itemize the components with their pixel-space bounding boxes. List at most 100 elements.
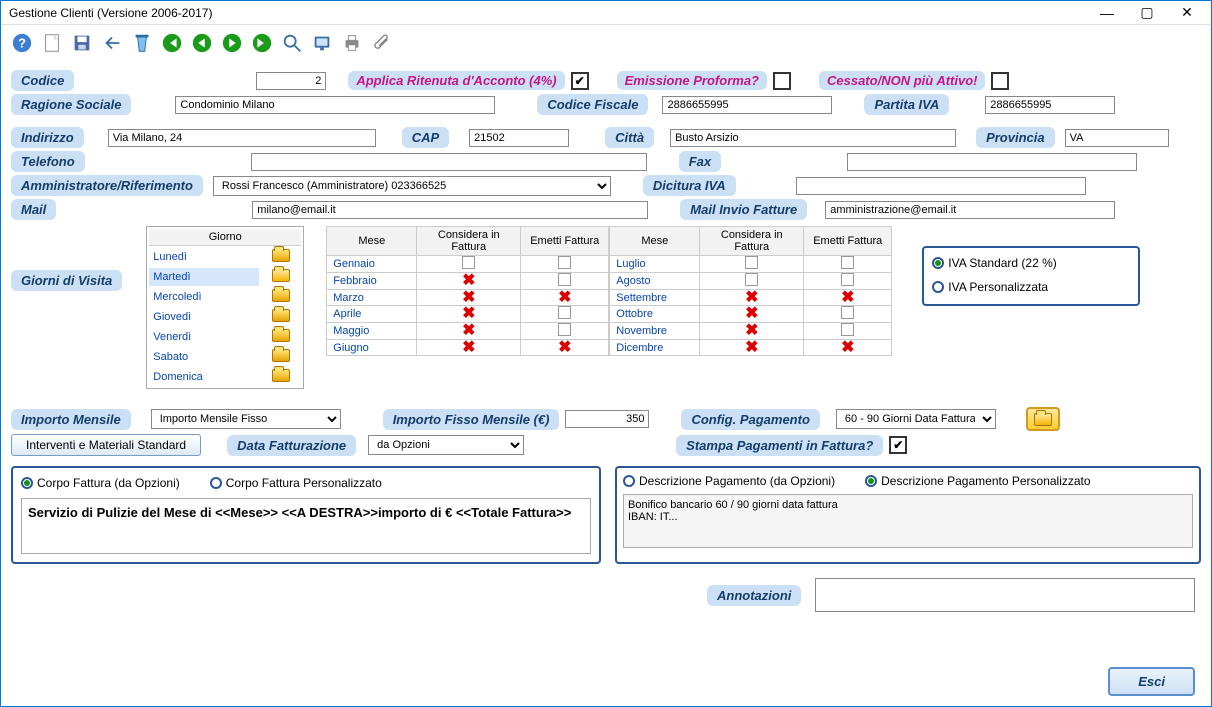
prev-icon[interactable] — [189, 30, 215, 56]
new-icon[interactable] — [39, 30, 65, 56]
telefono-field[interactable] — [251, 153, 647, 171]
help-icon[interactable]: ? — [9, 30, 35, 56]
month-considera[interactable]: ✖ — [417, 273, 521, 290]
amm-rif-select[interactable]: Rossi Francesco (Amministratore) 0233665… — [213, 176, 611, 196]
month-considera[interactable]: ✖ — [417, 290, 521, 306]
iva-standard-radio[interactable]: IVA Standard (22 %) — [932, 256, 1057, 270]
minimize-button[interactable]: — — [1087, 2, 1127, 24]
month-name[interactable]: Ottobre — [610, 306, 700, 323]
month-emetti[interactable]: ✖ — [521, 290, 609, 306]
month-emetti[interactable] — [521, 256, 609, 273]
ragione-sociale-field[interactable] — [175, 96, 495, 114]
month-emetti[interactable]: ✖ — [521, 340, 609, 356]
month-emetti[interactable] — [521, 306, 609, 323]
day-row[interactable]: Domenica — [149, 368, 259, 386]
month-emetti[interactable]: ✖ — [804, 290, 892, 306]
mail-field[interactable] — [252, 201, 648, 219]
month-emetti[interactable] — [804, 306, 892, 323]
fax-label: Fax — [679, 151, 721, 172]
month-considera[interactable] — [700, 256, 804, 273]
descr-pagamento-text[interactable]: Bonifico bancario 60 / 90 giorni data fa… — [623, 494, 1193, 548]
day-row[interactable]: Mercoledì — [149, 288, 259, 306]
month-name[interactable]: Marzo — [327, 290, 417, 306]
data-fatturazione-select[interactable]: da Opzioni — [368, 435, 524, 455]
month-considera[interactable]: ✖ — [417, 340, 521, 356]
month-emetti[interactable] — [804, 256, 892, 273]
stampa-pagamenti-checkbox[interactable]: ✔ — [889, 436, 907, 454]
month-name[interactable]: Luglio — [610, 256, 700, 273]
last-icon[interactable] — [249, 30, 275, 56]
day-folder-icon[interactable] — [261, 368, 301, 386]
month-considera[interactable] — [417, 256, 521, 273]
day-folder-icon[interactable] — [261, 348, 301, 366]
cessato-checkbox[interactable] — [991, 72, 1009, 90]
mail-fatture-field[interactable] — [825, 201, 1115, 219]
close-button[interactable]: ✕ — [1167, 2, 1207, 24]
day-row[interactable]: Sabato — [149, 348, 259, 366]
day-folder-icon[interactable] — [261, 328, 301, 346]
month-name[interactable]: Giugno — [327, 340, 417, 356]
corpo-opzioni-radio[interactable]: Corpo Fattura (da Opzioni) — [21, 476, 180, 490]
partita-iva-field[interactable] — [985, 96, 1115, 114]
month-name[interactable]: Settembre — [610, 290, 700, 306]
applica-ritenuta-checkbox[interactable]: ✔ — [571, 72, 589, 90]
month-considera[interactable]: ✖ — [417, 323, 521, 340]
esci-button[interactable]: Esci — [1108, 667, 1195, 696]
cap-field[interactable] — [469, 129, 569, 147]
month-considera[interactable]: ✖ — [417, 306, 521, 323]
month-emetti[interactable] — [804, 273, 892, 290]
month-emetti[interactable]: ✖ — [804, 340, 892, 356]
maximize-button[interactable]: ▢ — [1127, 2, 1167, 24]
iva-personalizzata-radio[interactable]: IVA Personalizzata — [932, 280, 1048, 294]
month-name[interactable]: Aprile — [327, 306, 417, 323]
descr-pag-pers-radio[interactable]: Descrizione Pagamento Personalizzato — [865, 474, 1090, 488]
interventi-button[interactable]: Interventi e Materiali Standard — [11, 434, 201, 456]
month-considera[interactable] — [700, 273, 804, 290]
fax-field[interactable] — [847, 153, 1137, 171]
month-name[interactable]: Febbraio — [327, 273, 417, 290]
open-folder-button[interactable] — [1026, 407, 1060, 431]
day-row[interactable]: Venerdì — [149, 328, 259, 346]
codice-field[interactable] — [256, 72, 326, 90]
next-icon[interactable] — [219, 30, 245, 56]
indirizzo-field[interactable] — [108, 129, 376, 147]
month-emetti[interactable] — [521, 273, 609, 290]
print-icon[interactable] — [339, 30, 365, 56]
month-name[interactable]: Gennaio — [327, 256, 417, 273]
month-emetti[interactable] — [521, 323, 609, 340]
annotazioni-field[interactable] — [815, 578, 1195, 612]
day-folder-icon[interactable] — [261, 288, 301, 306]
emissione-proforma-checkbox[interactable] — [773, 72, 791, 90]
day-row[interactable]: Lunedì — [149, 248, 259, 266]
provincia-field[interactable] — [1065, 129, 1169, 147]
month-considera[interactable]: ✖ — [700, 340, 804, 356]
month-name[interactable]: Agosto — [610, 273, 700, 290]
month-name[interactable]: Dicembre — [610, 340, 700, 356]
preview-icon[interactable] — [309, 30, 335, 56]
day-folder-icon[interactable] — [261, 268, 301, 286]
corpo-personalizzato-radio[interactable]: Corpo Fattura Personalizzato — [210, 476, 382, 490]
month-considera[interactable]: ✖ — [700, 323, 804, 340]
citta-field[interactable] — [670, 129, 956, 147]
delete-icon[interactable] — [129, 30, 155, 56]
day-row[interactable]: Martedì — [149, 268, 259, 286]
importo-mensile-select[interactable]: Importo Mensile Fisso — [151, 409, 341, 429]
dicitura-iva-field[interactable] — [796, 177, 1086, 195]
codice-fiscale-field[interactable] — [662, 96, 832, 114]
undo-icon[interactable] — [99, 30, 125, 56]
day-row[interactable]: Giovedì — [149, 308, 259, 326]
day-folder-icon[interactable] — [261, 248, 301, 266]
first-icon[interactable] — [159, 30, 185, 56]
month-name[interactable]: Maggio — [327, 323, 417, 340]
search-icon[interactable] — [279, 30, 305, 56]
attach-icon[interactable] — [369, 30, 395, 56]
importo-fisso-field[interactable] — [565, 410, 649, 428]
month-considera[interactable]: ✖ — [700, 306, 804, 323]
month-considera[interactable]: ✖ — [700, 290, 804, 306]
save-icon[interactable] — [69, 30, 95, 56]
config-pagamento-select[interactable]: 60 - 90 Giorni Data Fattura — [836, 409, 996, 429]
descr-pag-opzioni-radio[interactable]: Descrizione Pagamento (da Opzioni) — [623, 474, 835, 488]
month-emetti[interactable] — [804, 323, 892, 340]
month-name[interactable]: Novembre — [610, 323, 700, 340]
day-folder-icon[interactable] — [261, 308, 301, 326]
